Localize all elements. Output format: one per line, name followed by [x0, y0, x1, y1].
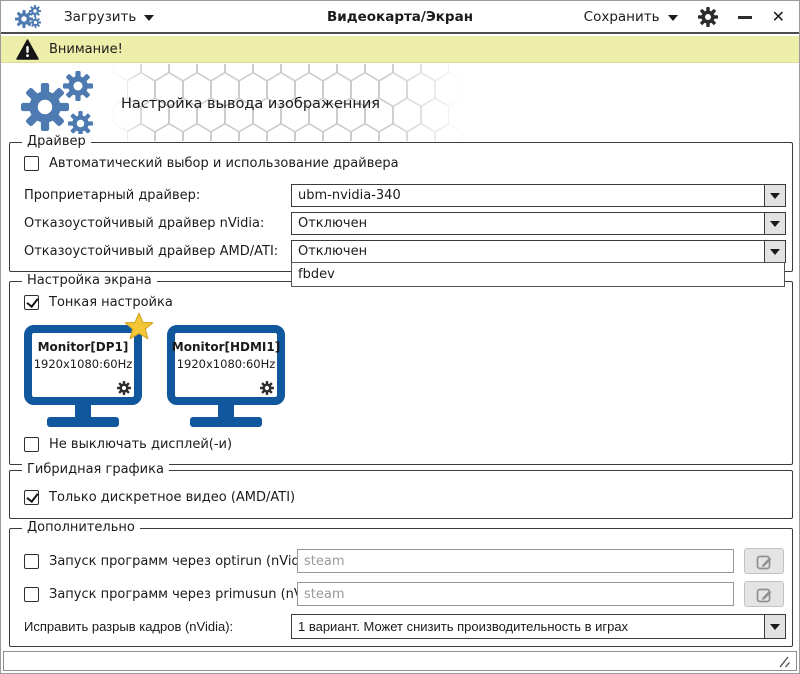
chevron-down-icon — [770, 248, 780, 255]
monitor-stand — [75, 405, 91, 417]
checkbox-discrete-only[interactable]: Только дискретное видео (AMD/ATI) — [24, 490, 295, 505]
settings-gear-icon[interactable] — [697, 6, 718, 27]
failsafe-nvidia-label: Отказоустойчивый драйвер nVidia: — [24, 216, 265, 231]
page-title: Настройка вывода изображенния — [121, 96, 381, 112]
monitor-mode: 1920x1080:60Hz — [176, 357, 276, 371]
tearing-fix-label: Исправить разрыв кадров (nVidia): — [24, 619, 234, 634]
close-button[interactable]: ✕ — [772, 8, 785, 25]
checkbox-box[interactable] — [24, 295, 39, 310]
combo-value: ubm-nvidia-340 — [298, 188, 401, 203]
open-dropdown-list: fbdev — [291, 262, 785, 287]
hybrid-group: Гибридная графика Только дискретное виде… — [9, 462, 793, 519]
proprietary-driver-label: Проприетарный драйвер: — [24, 188, 201, 203]
minimize-button[interactable] — [737, 16, 752, 19]
checkbox-box[interactable] — [24, 156, 39, 171]
dropdown-item-fbdev[interactable]: fbdev — [292, 263, 784, 286]
failsafe-amd-label: Отказоустойчивый драйвер AMD/ATI: — [24, 244, 279, 259]
driver-group-legend: Драйвер — [22, 134, 91, 149]
screen-group-legend: Настройка экрана — [22, 273, 157, 288]
primusun-command-input[interactable] — [297, 582, 734, 606]
extra-group: Дополнительно Запуск программ через opti… — [9, 520, 793, 647]
checkbox-label: Только дискретное видео (AMD/ATI) — [49, 490, 296, 505]
monitor-settings-gear-icon[interactable] — [117, 381, 131, 395]
chevron-down-icon — [770, 192, 780, 199]
monitor-stand — [218, 405, 234, 417]
monitor-name: Monitor[DP1] — [37, 340, 129, 354]
optirun-edit-button[interactable] — [744, 548, 784, 574]
proprietary-driver-combo[interactable]: ubm-nvidia-340 — [291, 184, 786, 207]
failsafe-amd-combo[interactable]: Отключен — [291, 240, 786, 263]
driver-group: Драйвер Автоматический выбор и использов… — [9, 134, 793, 272]
combo-dropdown-button[interactable] — [764, 213, 785, 234]
combo-value: 1 вариант. Может снизить производительно… — [298, 619, 629, 634]
titlebar: Загрузить Видеокарта/Экран Сохранить ✕ — [1, 1, 799, 34]
checkbox-keep-display-on[interactable]: Не выключать дисплей(-и) — [24, 437, 232, 452]
warning-text: Внимание! — [49, 41, 123, 57]
titlebar-right: Сохранить ✕ — [584, 6, 785, 27]
monitor-name: Monitor[HDMI1] — [171, 340, 281, 354]
app-window: Загрузить Видеокарта/Экран Сохранить ✕ В… — [0, 0, 800, 674]
checkbox-optirun[interactable]: Запуск программ через optirun (nVidia): — [24, 554, 321, 569]
combo-dropdown-button[interactable] — [764, 241, 785, 262]
app-logo-gears-icon — [15, 4, 41, 28]
chevron-down-icon — [144, 14, 155, 21]
edit-pencil-icon — [756, 588, 771, 602]
checkbox-box[interactable] — [24, 437, 39, 452]
status-bar — [3, 651, 797, 671]
load-menu-button[interactable]: Загрузить — [64, 8, 155, 25]
save-menu-label: Сохранить — [583, 8, 660, 25]
combo-value: Отключен — [298, 244, 368, 259]
combo-dropdown-button[interactable] — [764, 185, 785, 206]
checkbox-auto-driver[interactable]: Автоматический выбор и использование дра… — [24, 156, 399, 171]
checkbox-label: Не выключать дисплей(-и) — [49, 437, 233, 452]
combo-dropdown-button[interactable] — [764, 615, 785, 638]
checkbox-box[interactable] — [24, 554, 39, 569]
checkbox-fine-tune[interactable]: Тонкая настройка — [24, 295, 173, 310]
combo-value: Отключен — [298, 216, 368, 231]
monitor-base — [47, 417, 119, 427]
chevron-down-icon — [770, 220, 780, 227]
chevron-down-icon — [667, 14, 678, 21]
edit-pencil-icon — [756, 555, 771, 569]
hybrid-group-legend: Гибридная графика — [22, 462, 169, 477]
screen-group: Настройка экрана Тонкая настройка Monito… — [9, 273, 793, 465]
gears-illustration-icon — [21, 71, 93, 136]
monitor-settings-gear-icon[interactable] — [260, 381, 274, 395]
load-menu-label: Загрузить — [64, 8, 137, 25]
warning-triangle-icon — [16, 38, 39, 60]
extra-group-legend: Дополнительно — [22, 520, 140, 535]
monitor-hdmi1[interactable]: Monitor[HDMI1] 1920x1080:60Hz — [167, 325, 285, 427]
page-header: Настройка вывода изображенния — [1, 64, 799, 141]
monitor-dp1[interactable]: Monitor[DP1] 1920x1080:60Hz — [24, 312, 154, 427]
checkbox-label: Запуск программ через primusun (nVidia): — [49, 587, 336, 602]
primary-star-icon — [124, 312, 154, 340]
checkbox-label: Автоматический выбор и использование дра… — [49, 156, 399, 171]
primusun-edit-button[interactable] — [744, 581, 784, 607]
monitor-screen: Monitor[HDMI1] 1920x1080:60Hz — [167, 325, 285, 405]
tearing-fix-combo[interactable]: 1 вариант. Может снизить производительно… — [291, 614, 786, 639]
resize-grip-icon[interactable] — [775, 655, 791, 668]
checkbox-box[interactable] — [24, 490, 39, 505]
optirun-command-input[interactable] — [297, 549, 734, 573]
monitor-base — [190, 417, 262, 427]
failsafe-nvidia-combo[interactable]: Отключен — [291, 212, 786, 235]
warning-banner: Внимание! — [1, 36, 799, 63]
checkbox-box[interactable] — [24, 587, 39, 602]
monitor-mode: 1920x1080:60Hz — [33, 357, 133, 371]
checkbox-label: Запуск программ через optirun (nVidia): — [49, 554, 321, 569]
save-menu-button[interactable]: Сохранить — [584, 9, 678, 25]
chevron-down-icon — [770, 623, 780, 630]
checkbox-primusun[interactable]: Запуск программ через primusun (nVidia): — [24, 587, 335, 602]
checkbox-label: Тонкая настройка — [49, 295, 173, 310]
